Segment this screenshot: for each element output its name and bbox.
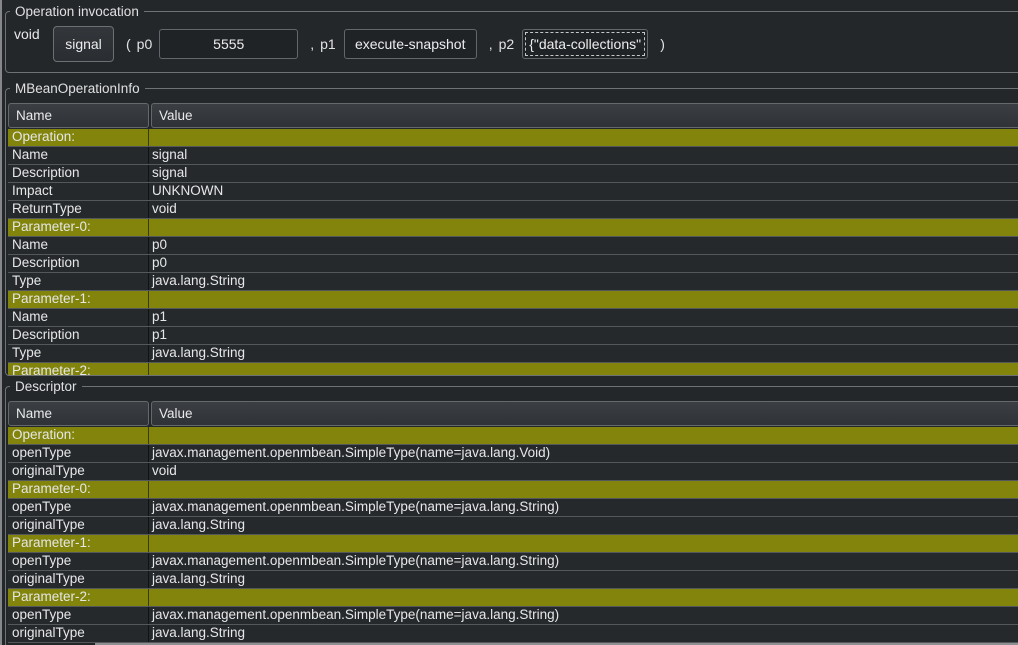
p2-label: p2 xyxy=(499,36,515,52)
table-row[interactable]: Name p1 xyxy=(8,309,1018,327)
table-row[interactable]: Parameter-2: xyxy=(8,363,1018,376)
invoke-operation-button[interactable]: signal xyxy=(53,26,114,62)
table-body: Operation: Name signal Description signa… xyxy=(8,129,1018,376)
table-row[interactable]: Parameter-0: xyxy=(8,481,1018,499)
column-header-name[interactable]: Name xyxy=(8,103,149,128)
table-row[interactable]: Impact UNKNOWN xyxy=(8,183,1018,201)
table-row[interactable]: Description signal xyxy=(8,165,1018,183)
mbean-operation-info-table: Name Value Operation: Name signal Descri… xyxy=(8,103,1018,376)
table-row[interactable]: Parameter-1: xyxy=(8,291,1018,309)
comma-label: , xyxy=(310,36,314,52)
table-header-row: Name Value xyxy=(8,103,1018,128)
table-header-row: Name Value xyxy=(8,401,1018,426)
panel-left-border xyxy=(0,0,2,645)
table-row[interactable]: openType javax.management.openmbean.Simp… xyxy=(8,445,1018,463)
operation-invocation-panel: void signal ( p0 , p1 , p2 ) xyxy=(5,11,1018,73)
p1-label: p1 xyxy=(320,36,336,52)
operation-invocation-title: Operation invocation xyxy=(10,4,144,19)
table-row[interactable]: originalType java.lang.String xyxy=(8,625,1018,643)
table-row[interactable]: Parameter-0: xyxy=(8,219,1018,237)
table-body: Operation: openType javax.management.ope… xyxy=(8,427,1018,643)
table-row[interactable]: ReturnType void xyxy=(8,201,1018,219)
p0-input[interactable] xyxy=(159,29,298,59)
table-row[interactable]: Description p0 xyxy=(8,255,1018,273)
descriptor-panel: Name Value Operation: openType javax.man… xyxy=(5,386,1018,645)
open-paren-label: ( xyxy=(126,36,131,52)
table-row[interactable]: Operation: xyxy=(8,129,1018,147)
p0-label: p0 xyxy=(137,36,153,52)
table-row[interactable]: openType javax.management.openmbean.Simp… xyxy=(8,553,1018,571)
descriptor-title: Descriptor xyxy=(10,379,82,394)
column-header-name[interactable]: Name xyxy=(8,401,149,426)
p2-input-focused[interactable] xyxy=(522,29,648,59)
table-row[interactable]: Operation: xyxy=(8,427,1018,445)
mbean-operation-info-title: MBeanOperationInfo xyxy=(10,81,145,96)
comma-label: , xyxy=(489,36,493,52)
table-row[interactable]: Name signal xyxy=(8,147,1018,165)
close-paren-label: ) xyxy=(660,36,665,52)
table-row[interactable]: Type java.lang.String xyxy=(8,345,1018,363)
table-row[interactable]: openType javax.management.openmbean.Simp… xyxy=(8,607,1018,625)
return-type-label: void xyxy=(14,26,53,42)
table-row[interactable]: Name p0 xyxy=(8,237,1018,255)
table-row[interactable]: Parameter-2: xyxy=(8,589,1018,607)
p1-input[interactable] xyxy=(344,29,477,59)
table-row[interactable]: Parameter-1: xyxy=(8,535,1018,553)
mbean-operation-info-panel: Name Value Operation: Name signal Descri… xyxy=(5,88,1018,376)
table-row[interactable]: originalType java.lang.String xyxy=(8,571,1018,589)
table-row[interactable]: Type java.lang.String xyxy=(8,273,1018,291)
table-row[interactable]: originalType java.lang.String xyxy=(8,517,1018,535)
table-row[interactable]: Description p1 xyxy=(8,327,1018,345)
column-header-value[interactable]: Value xyxy=(151,103,1018,128)
table-row[interactable]: originalType void xyxy=(8,463,1018,481)
column-header-value[interactable]: Value xyxy=(151,401,1018,426)
descriptor-table: Name Value Operation: openType javax.man… xyxy=(8,401,1018,643)
table-row[interactable]: openType javax.management.openmbean.Simp… xyxy=(8,499,1018,517)
